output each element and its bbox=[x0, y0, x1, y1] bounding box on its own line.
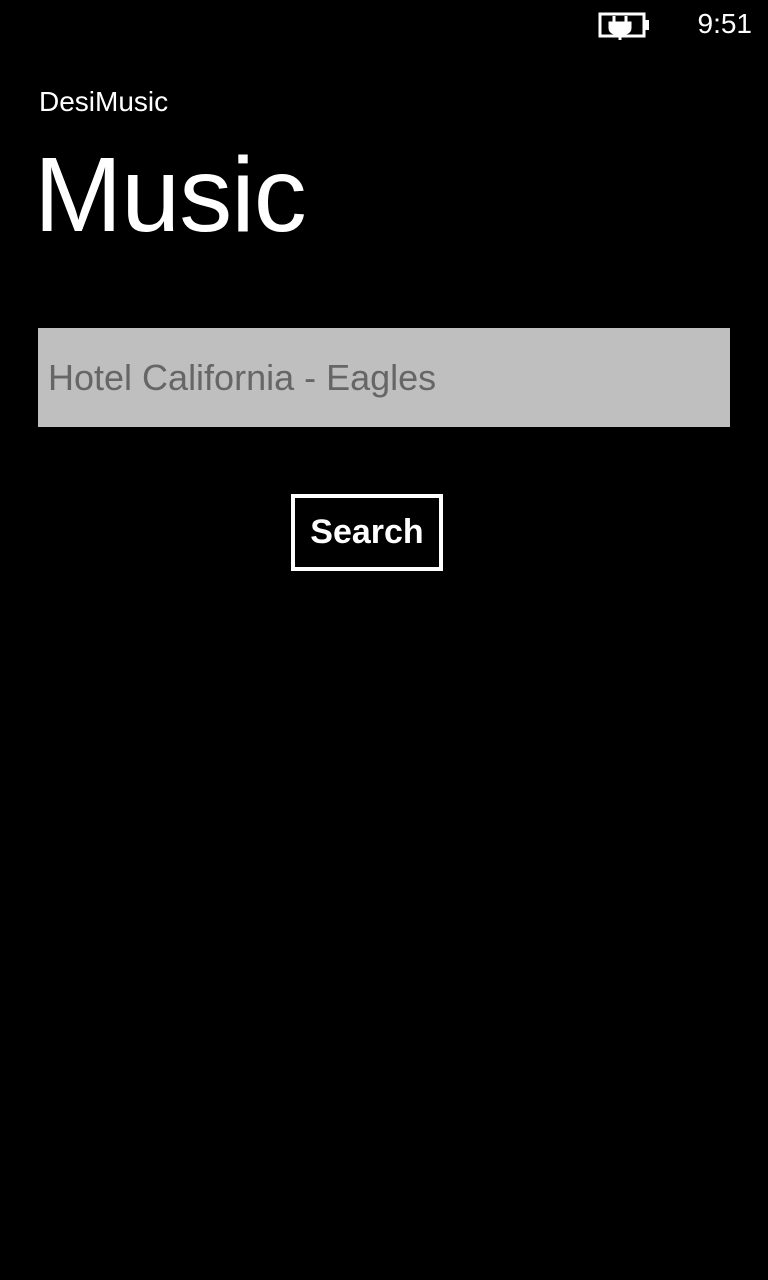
page-title: Music bbox=[34, 136, 307, 254]
app-name: DesiMusic bbox=[39, 86, 169, 117]
search-button[interactable]: Search bbox=[291, 494, 443, 571]
search-input[interactable] bbox=[38, 328, 730, 427]
clock: 9:51 bbox=[697, 8, 753, 39]
status-bar: 9:51 bbox=[0, 0, 768, 50]
battery-charging-icon bbox=[598, 12, 649, 40]
